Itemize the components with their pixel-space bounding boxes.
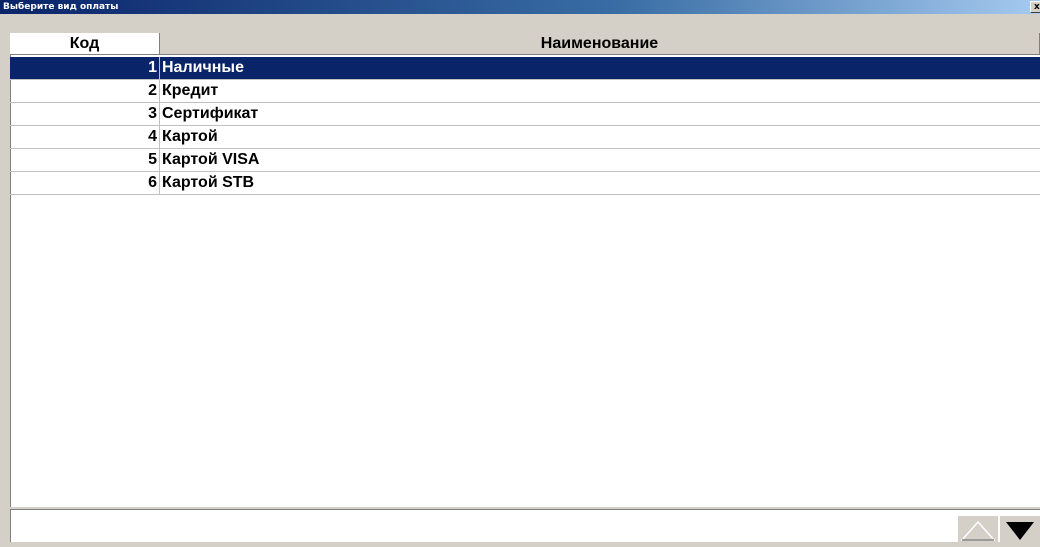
row-name: Картой STB xyxy=(162,174,255,191)
row-name: Картой VISA xyxy=(162,151,260,168)
table-row[interactable]: 1 Наличные xyxy=(10,57,1040,80)
column-header-name[interactable]: Наименование xyxy=(160,33,1040,55)
table-row[interactable]: 6 Картой STB xyxy=(10,172,1040,195)
row-code: 1 xyxy=(10,57,160,79)
row-name: Наличные xyxy=(162,59,244,76)
grid-rows: 1 Наличные 2 Кредит 3 Сертификат 4 Карто… xyxy=(10,57,1040,195)
table-row[interactable]: 4 Картой xyxy=(10,126,1040,149)
title-bar: Выберите вид оплаты x xyxy=(0,0,1040,14)
table-row[interactable]: 5 Картой VISA xyxy=(10,149,1040,172)
table-row[interactable]: 2 Кредит xyxy=(10,80,1040,103)
row-name: Кредит xyxy=(162,82,219,99)
row-code: 2 xyxy=(10,80,160,102)
row-code: 5 xyxy=(10,149,160,171)
row-name: Картой xyxy=(162,128,218,145)
scroll-up-button[interactable] xyxy=(958,516,998,542)
triangle-up-outline-icon xyxy=(960,520,996,541)
row-name: Сертификат xyxy=(162,105,259,122)
row-code: 6 xyxy=(10,172,160,194)
grid-header: Код Наименование xyxy=(10,33,1040,55)
status-area xyxy=(10,509,1040,542)
triangle-down-filled-icon xyxy=(1006,522,1034,540)
column-header-code[interactable]: Код xyxy=(10,33,160,55)
table-row[interactable]: 3 Сертификат xyxy=(10,103,1040,126)
close-button[interactable]: x xyxy=(1030,1,1040,13)
row-code: 3 xyxy=(10,103,160,125)
row-code: 4 xyxy=(10,126,160,148)
scroll-down-button[interactable] xyxy=(1000,516,1040,542)
window-title: Выберите вид оплаты xyxy=(3,2,119,12)
